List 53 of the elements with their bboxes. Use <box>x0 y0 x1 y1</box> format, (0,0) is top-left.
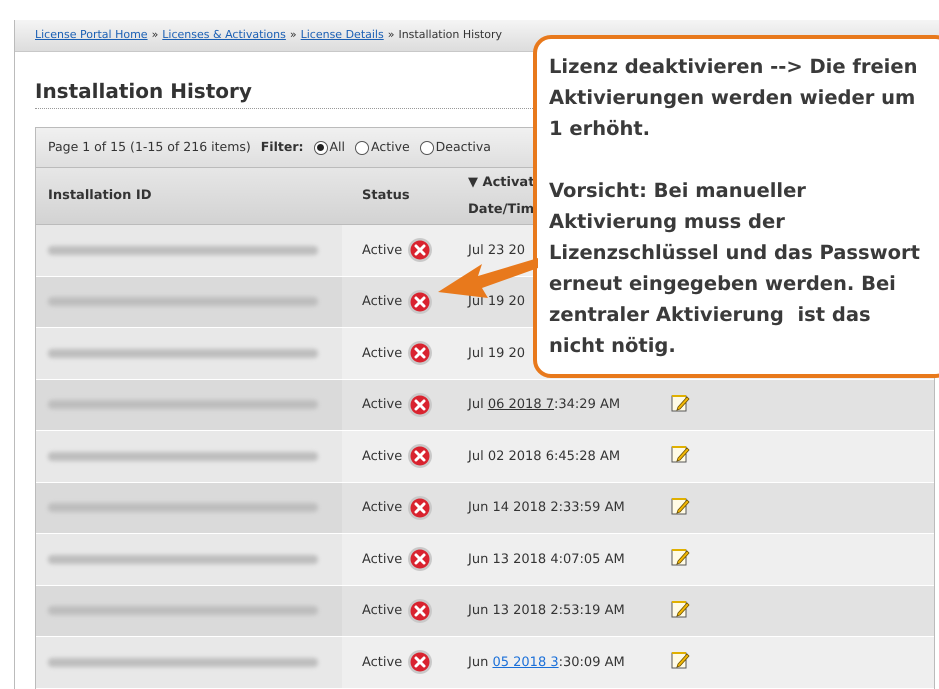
delete-icon[interactable] <box>407 443 434 470</box>
breadcrumb-link[interactable]: License Portal Home <box>35 27 148 44</box>
filter-radio[interactable]: Active <box>355 138 410 157</box>
status-text: Active <box>362 396 402 414</box>
delete-icon[interactable] <box>407 237 434 264</box>
edit-icon[interactable] <box>670 598 690 619</box>
date-link[interactable]: 06 2018 7 <box>488 397 554 412</box>
delete-icon[interactable] <box>407 546 434 572</box>
filter-label: Filter: <box>260 138 304 156</box>
breadcrumb-separator: » <box>290 27 297 44</box>
edit-icon[interactable] <box>670 547 690 568</box>
status-text: Active <box>362 654 402 672</box>
column-header: Date/Tim <box>468 201 534 219</box>
delete-icon[interactable] <box>407 598 434 624</box>
delete-icon[interactable] <box>407 340 434 366</box>
delete-icon[interactable] <box>407 392 434 418</box>
edit-icon[interactable] <box>670 650 690 670</box>
date-link[interactable]: 05 2018 3 <box>492 654 559 670</box>
status-text: Active <box>362 242 402 260</box>
date-text: Jun 14 2018 2:33:59 AM <box>468 500 625 515</box>
status-text: Active <box>362 293 402 311</box>
callout-text: Lizenz deaktivieren --> Die freien Aktivierungen werden wieder um 1 erhöht. <box>549 54 918 142</box>
status-text: Active <box>362 602 402 620</box>
status-text: Active <box>362 499 402 517</box>
breadcrumb-link[interactable]: License Details <box>300 27 384 44</box>
date-text: Jul 02 2018 6:45:28 AM <box>468 448 620 464</box>
pager-text: Page 1 of 15 (1-15 of 216 items) <box>48 138 251 156</box>
callout-text: Vorsicht: Bei manueller Aktivierung muss der Lizenzschlüssel und das Passwort erneut eingegeben werden. Bei zentraler Aktivierung ist das nicht nötig. <box>549 178 921 359</box>
edit-icon[interactable] <box>670 392 690 413</box>
filter-radio[interactable]: Deactiva <box>420 138 491 157</box>
date-text: Jul 19 20 <box>468 346 526 360</box>
delete-icon[interactable] <box>407 494 434 521</box>
status-text: Active <box>362 344 402 362</box>
breadcrumb-current: Installation History <box>398 27 502 44</box>
breadcrumb-separator: » <box>152 27 158 44</box>
date-text: Jul 23 20 <box>468 242 526 258</box>
date-text: Jun 13 2018 4:07:05 AM <box>468 552 625 566</box>
breadcrumb-link[interactable]: Licenses & Activations <box>162 27 286 44</box>
delete-icon[interactable] <box>407 649 434 676</box>
status-text: Active <box>362 550 402 568</box>
breadcrumb-separator: » <box>388 27 394 44</box>
column-header: Installation ID <box>48 187 152 206</box>
edit-icon[interactable] <box>670 444 690 464</box>
date-text: Jul 06 2018 7:34:29 AM <box>468 397 620 412</box>
date-text: Jul 19 20 <box>468 294 526 309</box>
filter-radio[interactable]: All <box>314 138 345 157</box>
sort-column-header[interactable]: ▼ Activat <box>468 172 534 192</box>
date-text: Jun 05 2018 3:30:09 AM <box>468 654 625 670</box>
status-text: Active <box>362 448 402 466</box>
column-header: Status <box>362 187 410 206</box>
edit-icon[interactable] <box>670 496 690 516</box>
date-text: Jun 13 2018 2:53:19 AM <box>468 603 625 618</box>
delete-icon[interactable] <box>407 288 434 315</box>
